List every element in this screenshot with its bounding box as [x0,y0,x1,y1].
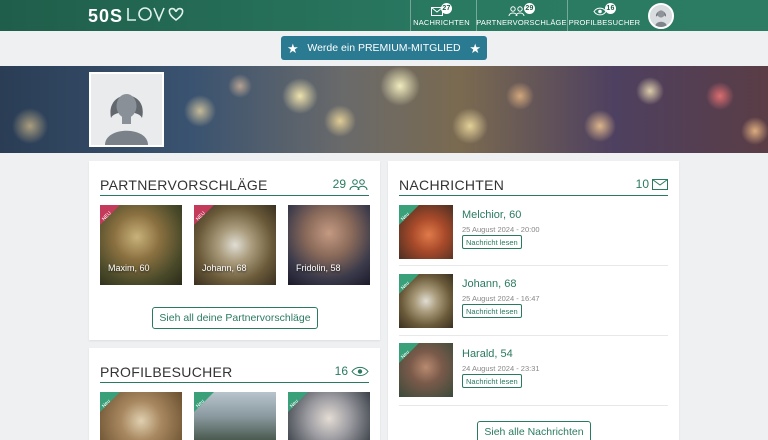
message-sender[interactable]: Harald, 54 [462,348,513,360]
message-date: 25 August 2024 - 20:00 [462,225,540,234]
read-message-button[interactable]: Nachricht lesen [462,304,522,318]
suggestion-card-johann[interactable]: NEU Johann, 68 [194,205,276,285]
message-separator [399,265,668,266]
message-separator [399,405,668,406]
logo-number: 50S [88,5,124,26]
logo-love-mark [127,6,184,22]
suggestions-card: PARTNERVORSCHLÄGE 29 NEU Maxim, 60 NEU J… [89,161,380,340]
visitor-card[interactable]: Neu [288,392,370,440]
visitor-card[interactable]: Neu [100,392,182,440]
nav-visitors-label: PROFILBESUCHER [568,18,641,27]
visitors-count-value: 16 [334,364,348,378]
read-message-button[interactable]: Nachricht lesen [462,235,522,249]
eye-icon [351,366,369,376]
message-photo[interactable]: Neu [399,274,453,328]
messages-count-value: 10 [635,177,649,191]
nav-suggestions[interactable]: 29 PARTNERVORSCHLÄGE [476,0,567,31]
see-all-suggestions-button[interactable]: Sieh all deine Partnervorschläge [152,307,318,329]
visitors-count[interactable]: 16 [335,364,369,378]
nav-messages-label: NACHRICHTEN [413,18,470,27]
star-icon: ★ [287,40,299,56]
suggestion-card-fridolin[interactable]: Fridolin, 58 [288,205,370,285]
nav-messages[interactable]: 27 NACHRICHTEN [410,0,472,31]
message-photo[interactable]: Neu [399,343,453,397]
avatar-silhouette-icon [91,74,162,145]
envelope-icon [652,178,668,190]
message-date: 24 August 2024 - 23:31 [462,364,540,373]
suggestions-title: PARTNERVORSCHLÄGE [100,177,268,193]
message-photo[interactable]: Neu [399,205,453,259]
messages-card: NACHRICHTEN 10 Neu Melchior, 60 25 Augus… [388,161,679,440]
suggestion-name: Johann, 68 [202,263,247,273]
visitors-divider [100,382,369,383]
logo-word [126,6,184,27]
nav-suggestions-badge: 29 [524,3,535,14]
nav-visitors-badge: 16 [605,3,616,14]
suggestion-card-maxim[interactable]: NEU Maxim, 60 [100,205,182,285]
nav-visitors[interactable]: 16 PROFILBESUCHER [567,0,641,31]
user-avatar[interactable] [648,3,674,29]
message-sender[interactable]: Melchior, 60 [462,209,521,221]
suggestion-name: Fridolin, 58 [296,263,341,273]
top-bar: 50S 27 NACHRICHTEN 29 PARTNERVORSCHLÄGE … [0,0,768,31]
suggestion-name: Maxim, 60 [108,263,150,273]
message-date: 25 August 2024 - 16:47 [462,294,540,303]
couple-icon [349,178,368,190]
nav-messages-badge: 27 [441,3,452,14]
messages-divider [399,195,668,196]
avatar-silhouette-icon [650,5,672,27]
visitors-title: PROFILBESUCHER [100,364,233,380]
logo[interactable]: 50S [88,5,184,27]
premium-label: Werde ein PREMIUM-MITGLIED [307,42,461,54]
message-sender[interactable]: Johann, 68 [462,278,516,290]
visitor-card[interactable]: Neu [194,392,276,440]
visitors-card: PROFILBESUCHER 16 Neu Neu Neu [89,348,380,440]
profile-photo-placeholder[interactable] [89,72,164,147]
messages-count[interactable]: 10 [636,177,668,191]
read-message-button[interactable]: Nachricht lesen [462,374,522,388]
suggestions-count-value: 29 [332,177,346,191]
nav-suggestions-label: PARTNERVORSCHLÄGE [476,18,567,27]
premium-button[interactable]: ★ Werde ein PREMIUM-MITGLIED ★ [281,36,487,60]
star-icon: ★ [469,40,481,56]
suggestions-count[interactable]: 29 [333,177,369,191]
suggestions-divider [100,195,369,196]
see-all-messages-button[interactable]: Sieh alle Nachrichten [477,421,591,440]
message-separator [399,335,668,336]
messages-title: NACHRICHTEN [399,177,505,193]
